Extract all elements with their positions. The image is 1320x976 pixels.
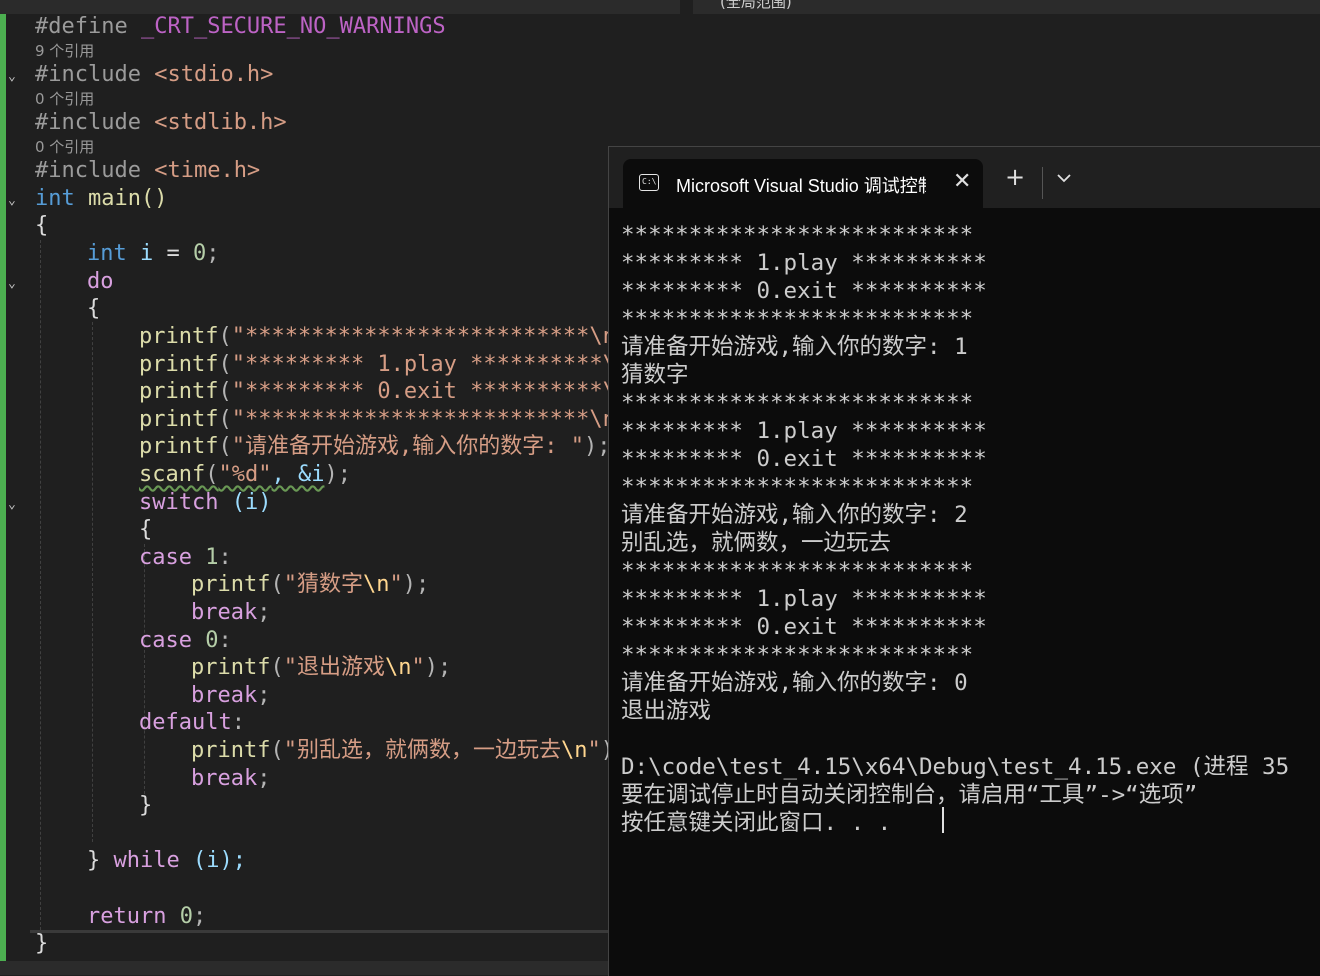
code-line-include-stdlib[interactable]: #include <stdlib.h> <box>35 110 287 136</box>
code-line-printf-prompt[interactable]: printf("请准备开始游戏,输入你的数字: "); <box>139 434 610 460</box>
indent-guide <box>40 240 41 930</box>
code-line-break[interactable]: break; <box>191 600 270 626</box>
file-scope-dropdown[interactable] <box>0 0 680 14</box>
fold-chevron-icon[interactable]: ⌄ <box>8 194 16 208</box>
code-line-printf[interactable]: printf("********* 0.exit **********\n <box>139 379 629 405</box>
code-line-return[interactable]: return 0; <box>87 904 206 930</box>
indent-guide <box>92 322 93 842</box>
console-output[interactable]: ************************** ********* 1.p… <box>621 221 1289 837</box>
terminal-title-bar[interactable]: C:\ Microsoft Visual Studio 调试控制台 ✕ + <box>609 147 1320 208</box>
code-line-case-1[interactable]: case 1: <box>139 545 232 571</box>
terminal-tab[interactable]: C:\ Microsoft Visual Studio 调试控制台 ✕ <box>623 159 983 208</box>
code-line-default[interactable]: default: <box>139 710 245 736</box>
code-line-define[interactable]: #define _CRT_SECURE_NO_WARNINGS <box>35 14 446 40</box>
code-line-brace[interactable]: { <box>35 213 48 239</box>
code-line-brace[interactable]: { <box>87 296 100 322</box>
code-line-printf[interactable]: printf("********* 1.play **********\n <box>139 352 629 378</box>
code-line-brace[interactable]: } <box>35 931 48 957</box>
text-cursor <box>942 807 944 833</box>
fold-chevron-icon[interactable]: ⌄ <box>8 70 16 84</box>
current-line-highlight <box>30 930 610 933</box>
code-line-include-stdio[interactable]: #include <stdio.h> <box>35 62 273 88</box>
codelens-reference-count[interactable]: 0 个引用 <box>35 136 94 157</box>
debug-console-window[interactable]: C:\ Microsoft Visual Studio 调试控制台 ✕ + **… <box>608 146 1320 976</box>
code-line-break[interactable]: break; <box>191 766 270 792</box>
close-icon[interactable]: ✕ <box>953 169 971 194</box>
console-icon: C:\ <box>639 174 659 191</box>
code-line-printf[interactable]: printf("**************************\n <box>139 407 616 433</box>
codelens-reference-count[interactable]: 0 个引用 <box>35 88 94 109</box>
code-line-break[interactable]: break; <box>191 683 270 709</box>
new-tab-plus-icon[interactable]: + <box>1005 165 1025 189</box>
indent-guide <box>144 544 145 794</box>
code-line-include-time[interactable]: #include <time.h> <box>35 158 260 184</box>
editor-navigation-bar: (全局范围) <box>0 0 1320 14</box>
warning-squiggle[interactable]: scanf("%d", &i <box>139 462 324 487</box>
tab-title: Microsoft Visual Studio 调试控制台 <box>676 176 926 196</box>
code-line-decl[interactable]: int i = 0; <box>87 241 220 267</box>
code-line-printf-quit[interactable]: printf("退出游戏\n"); <box>191 655 451 681</box>
code-line-while[interactable]: } while (i); <box>87 848 246 874</box>
codelens-reference-count[interactable]: 9 个引用 <box>35 40 94 61</box>
code-line-main[interactable]: int main() <box>35 186 167 212</box>
fold-chevron-icon[interactable]: ⌄ <box>8 277 16 291</box>
editor-horizontal-scrollbar[interactable] <box>0 961 610 975</box>
chevron-down-icon[interactable] <box>1054 169 1074 187</box>
code-line-brace[interactable]: } <box>139 793 152 819</box>
code-line-brace[interactable]: { <box>139 517 152 543</box>
code-line-do[interactable]: do <box>87 269 114 295</box>
code-line-scanf[interactable]: scanf("%d", &i); <box>139 462 351 488</box>
code-line-printf[interactable]: printf("**************************\n <box>139 324 616 350</box>
scope-label: (全局范围) <box>720 0 792 11</box>
code-line-case-0[interactable]: case 0: <box>139 628 232 654</box>
code-line-printf-other[interactable]: printf("别乱选，就俩数，一边玩去\n"); <box>191 738 627 764</box>
code-line-printf-guess[interactable]: printf("猜数字\n"); <box>191 572 429 598</box>
fold-chevron-icon[interactable]: ⌄ <box>8 498 16 512</box>
divider <box>1042 167 1043 199</box>
code-line-switch[interactable]: switch (i) <box>139 490 271 516</box>
change-indicator-bar <box>0 14 6 961</box>
